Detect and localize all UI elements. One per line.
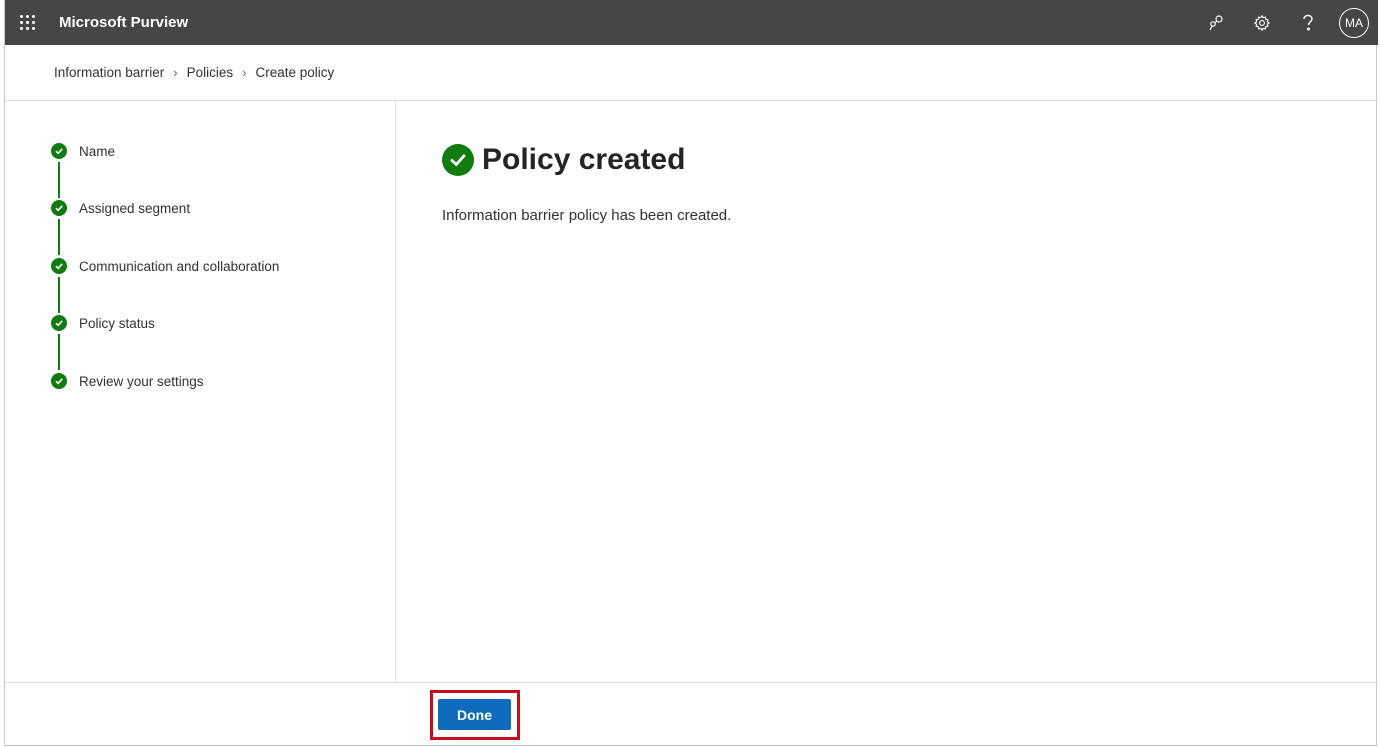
step-label: Review your settings: [79, 373, 204, 389]
app-frame: Microsoft Purview MA Information barrier…: [4, 0, 1378, 746]
checkmark-circle-icon: [51, 315, 67, 331]
step-name[interactable]: Name: [51, 142, 115, 160]
step-policy-status[interactable]: Policy status: [51, 314, 155, 332]
step-label: Policy status: [79, 315, 155, 331]
chevron-right-icon: ›: [173, 65, 178, 80]
checkmark-circle-icon: [51, 373, 67, 389]
top-bar-actions: MA: [1193, 0, 1378, 45]
step-review-your-settings[interactable]: Review your settings: [51, 372, 204, 390]
step-connector: [58, 219, 60, 255]
app-launcher-icon: [19, 15, 35, 30]
step-label: Name: [79, 143, 116, 159]
step-communication-and-collaboration[interactable]: Communication and collaboration: [51, 257, 279, 275]
help-icon: [1303, 14, 1313, 30]
title-text: Policy created: [482, 143, 686, 176]
step-label: Communication and collaboration: [79, 258, 280, 274]
page-title: Policy created: [442, 143, 685, 177]
app-title[interactable]: Microsoft Purview: [59, 14, 188, 31]
app-launcher-button[interactable]: [5, 0, 49, 45]
divider: [5, 682, 1378, 683]
help-button[interactable]: [1285, 0, 1331, 45]
checkmark-circle-icon: [51, 258, 67, 274]
checkmark-circle-icon: [51, 143, 67, 159]
avatar[interactable]: MA: [1339, 7, 1369, 38]
checkmark-circle-icon: [51, 200, 67, 216]
step-connector: [58, 162, 60, 198]
connection-button[interactable]: [1193, 0, 1239, 45]
top-bar: Microsoft Purview MA: [5, 0, 1378, 45]
done-button[interactable]: Done: [438, 699, 511, 730]
step-label: Assigned segment: [79, 200, 191, 216]
breadcrumb-information-barrier[interactable]: Information barrier: [54, 65, 164, 80]
chevron-right-icon: ›: [242, 65, 247, 80]
breadcrumb-policies[interactable]: Policies: [187, 65, 234, 80]
gear-icon: [1253, 14, 1271, 31]
step-connector: [58, 334, 60, 370]
breadcrumb: Information barrier › Policies › Create …: [54, 65, 334, 80]
breadcrumb-create-policy: Create policy: [255, 65, 335, 80]
step-connector: [58, 277, 60, 313]
checkmark-circle-icon: [442, 144, 474, 176]
settings-button[interactable]: [1239, 0, 1285, 45]
wizard-steps: Name Assigned segment Communication and …: [5, 101, 396, 682]
connection-icon: [1209, 14, 1223, 30]
confirmation-message: Information barrier policy has been crea…: [442, 207, 732, 224]
step-assigned-segment[interactable]: Assigned segment: [51, 199, 190, 217]
